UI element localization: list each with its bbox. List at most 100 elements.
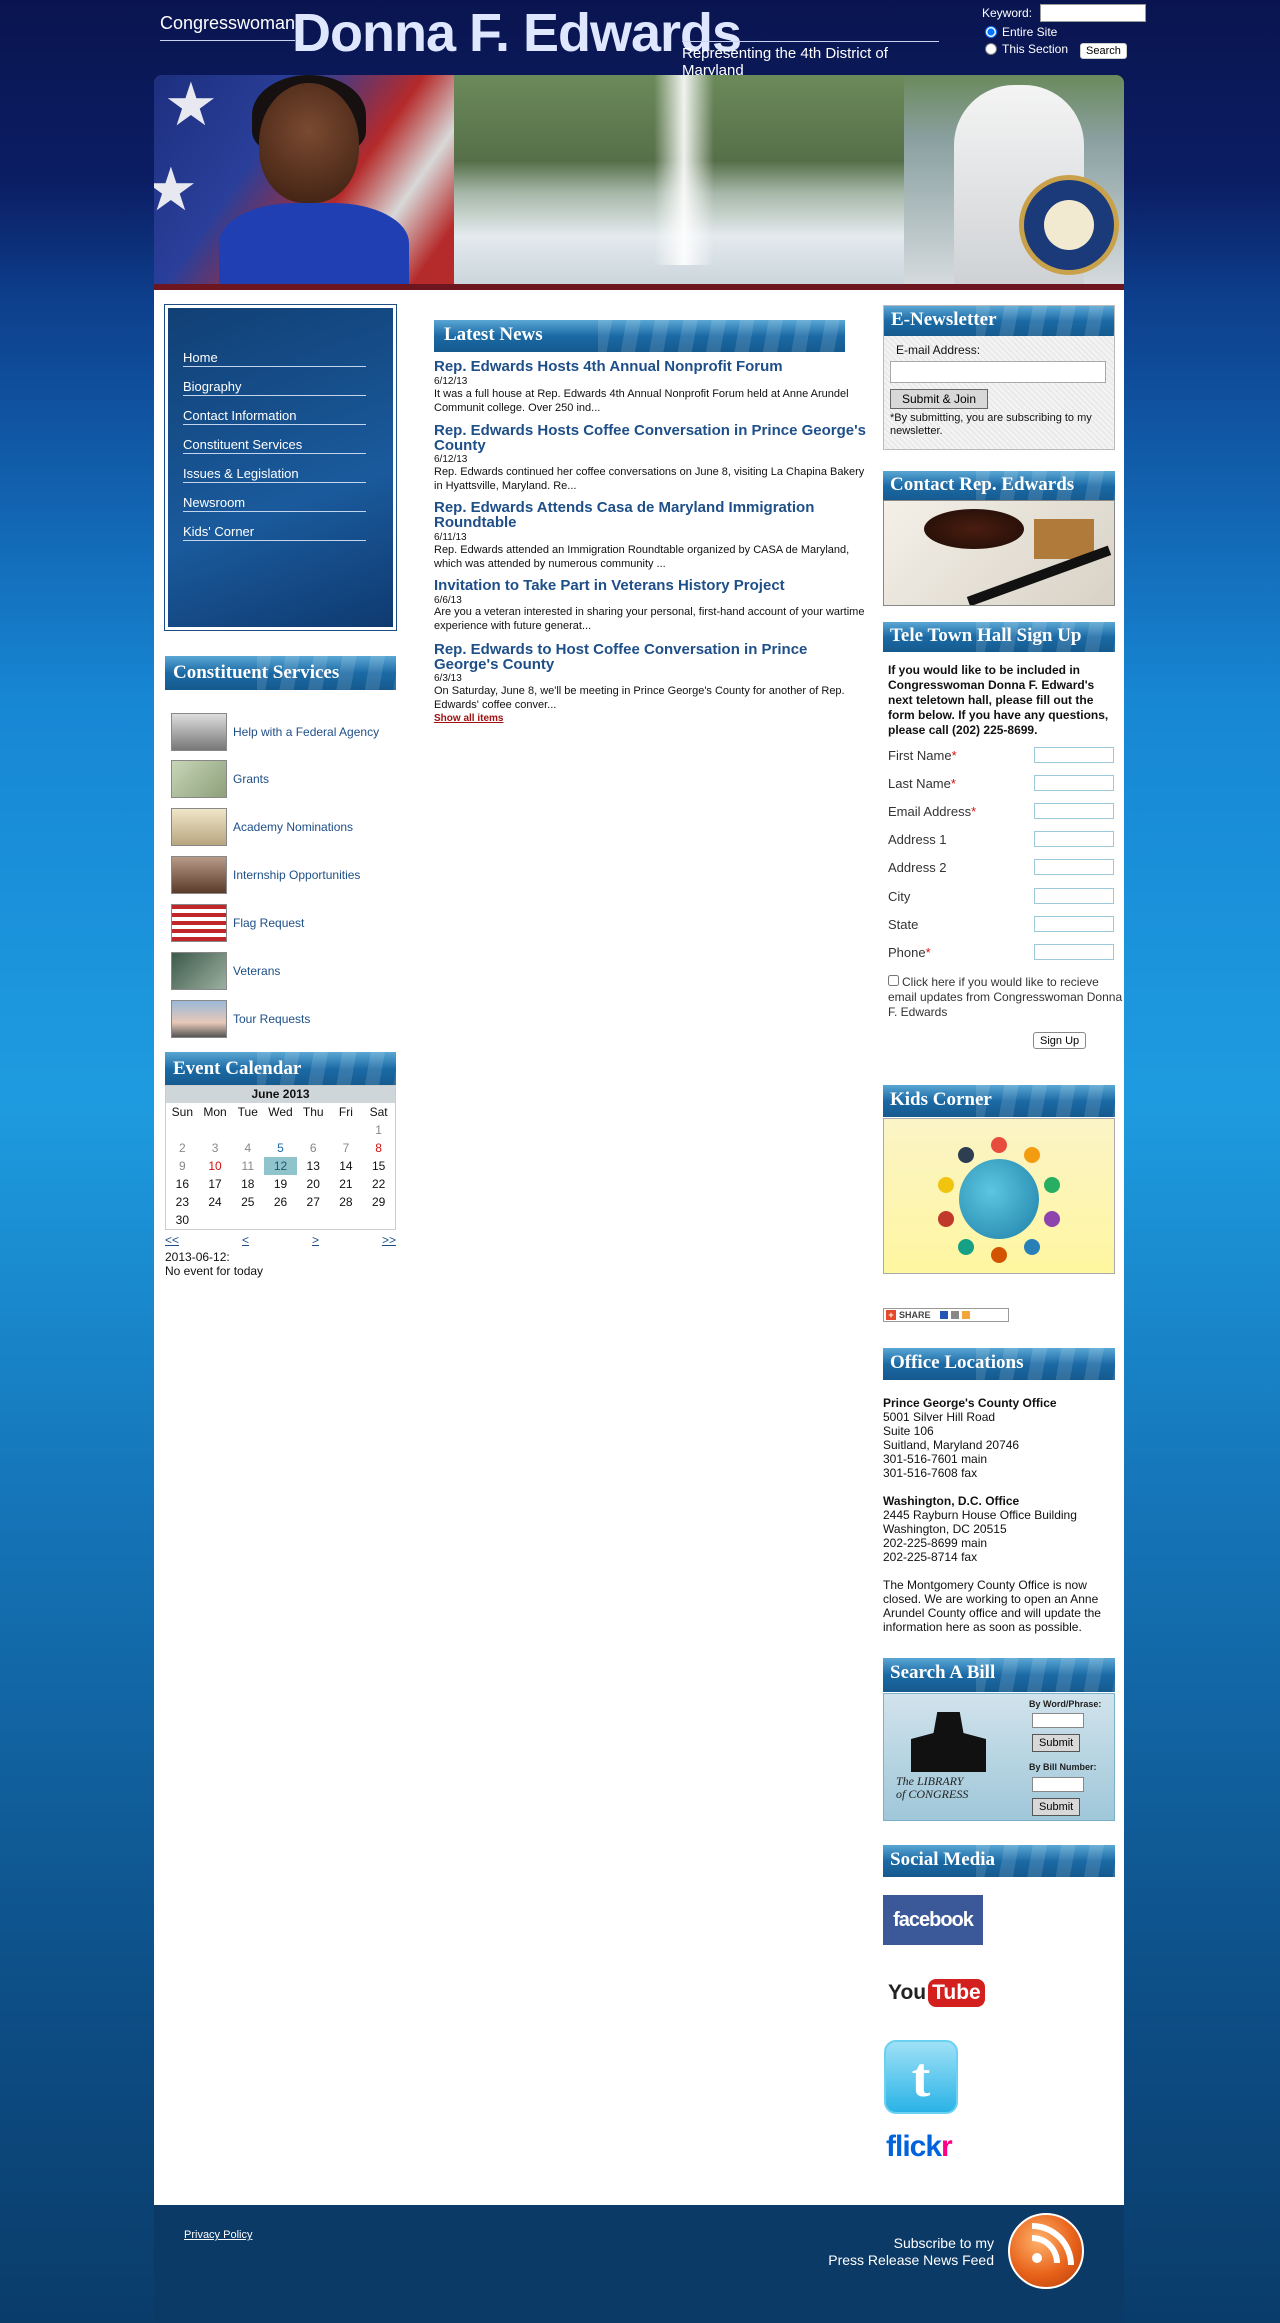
last-name-input[interactable] [1034,775,1114,791]
calendar-day[interactable]: 15 [362,1157,395,1175]
calendar-day[interactable]: 3 [199,1139,232,1157]
youtube-icon[interactable]: You Tube [888,1972,985,2014]
calendar-day[interactable]: 19 [264,1175,297,1193]
news-item-title[interactable]: Rep. Edwards to Host Coffee Conversation… [434,642,869,672]
nav-item-biography[interactable]: Biography [183,379,366,396]
calendar-day[interactable]: 1 [362,1121,395,1139]
star-icon: ★ [164,75,218,138]
cs-item-tours[interactable]: Tour Requests [171,1000,310,1038]
calendar-day[interactable]: 4 [231,1139,264,1157]
calendar-day[interactable]: 29 [362,1193,395,1211]
calendar-last-link[interactable]: >> [382,1233,396,1247]
nav-item-contact[interactable]: Contact Information [183,408,366,425]
calendar-day[interactable]: 5 [264,1139,297,1157]
rss-subscribe-text[interactable]: Subscribe to my Press Release News Feed [828,2235,994,2269]
phone-line: 202-225-8699 main [883,1536,988,1550]
cs-item-flag[interactable]: Flag Request [171,904,304,942]
nav-item-issues[interactable]: Issues & Legislation [183,466,366,483]
calendar-day[interactable]: 7 [330,1139,363,1157]
state-input[interactable] [1034,916,1114,932]
kids-corner-image[interactable] [883,1118,1115,1274]
flickr-icon[interactable]: flickr [886,2130,953,2164]
calendar-day[interactable]: 23 [166,1193,199,1211]
cs-item-federal-agency[interactable]: Help with a Federal Agency [171,713,379,751]
email-input[interactable] [1034,803,1114,819]
nav-item-newsroom[interactable]: Newsroom [183,495,366,512]
share-button[interactable]: + SHARE [883,1308,1009,1322]
news-item-title[interactable]: Rep. Edwards Hosts Coffee Conversation i… [434,423,869,453]
calendar-day[interactable]: 8 [362,1139,395,1157]
calendar-day[interactable]: 14 [330,1157,363,1175]
calendar-prev-link[interactable]: < [242,1233,249,1247]
scope-entire-radio[interactable] [985,26,997,38]
email-updates-checkbox[interactable] [888,975,899,986]
kids-corner-heading[interactable]: Kids Corner [883,1085,1115,1119]
facebook-icon[interactable]: facebook [883,1895,983,1945]
contact-heading[interactable]: Contact Rep. Edwards [883,471,1115,505]
cs-item-veterans[interactable]: Veterans [171,952,280,990]
first-name-input[interactable] [1034,747,1114,763]
house-seal-icon [1019,175,1119,275]
library-of-congress-logo[interactable]: The LIBRARY of CONGRESS [896,1712,996,1817]
cs-item-academy[interactable]: Academy Nominations [171,808,353,846]
bill-word-submit-button[interactable]: Submit [1032,1734,1081,1752]
bill-word-input[interactable] [1032,1713,1084,1728]
phone-input[interactable] [1034,944,1114,960]
contact-image[interactable] [883,500,1115,606]
calendar-next-link[interactable]: > [312,1233,319,1247]
calendar-day[interactable]: 20 [297,1175,330,1193]
calendar-day[interactable]: 21 [330,1175,363,1193]
digg-icon [950,1311,959,1319]
calendar-day[interactable]: 18 [231,1175,264,1193]
calendar-day[interactable]: 6 [297,1139,330,1157]
calendar-day[interactable]: 28 [330,1193,363,1211]
search-button[interactable]: Search [1080,43,1127,59]
site-title[interactable]: Donna F. Edwards [292,2,742,64]
bill-number-input[interactable] [1032,1777,1084,1792]
keyword-input[interactable] [1040,4,1147,22]
show-all-news-link[interactable]: Show all items [434,713,503,724]
sign-up-button[interactable]: Sign Up [1033,1032,1087,1049]
weekday-thu: Thu [302,1105,324,1119]
news-body: Rep. Edwards continued her coffee conver… [434,466,865,492]
event-calendar-heading: Event Calendar [165,1052,396,1086]
calendar-day[interactable]: 26 [264,1193,297,1211]
rss-icon[interactable] [1008,2213,1084,2289]
calendar-day[interactable]: 10 [199,1157,232,1175]
phone-row: Phone* [888,944,1114,960]
submit-join-button[interactable]: Submit & Join [890,389,988,409]
bill-number-submit-button[interactable]: Submit [1032,1798,1081,1816]
nav-item-home[interactable]: Home [183,350,366,367]
cs-item-internship[interactable]: Internship Opportunities [171,856,360,894]
address2-input[interactable] [1034,859,1114,875]
calendar-first-link[interactable]: << [165,1233,179,1247]
pg-office: Prince George's County Office 5001 Silve… [883,1396,1115,1480]
nav-item-constituent-services[interactable]: Constituent Services [183,437,366,454]
calendar-day-today[interactable]: 12 [264,1157,297,1175]
news-item-title[interactable]: Rep. Edwards Attends Casa de Maryland Im… [434,500,869,530]
veterans-icon [171,952,227,990]
calendar-day[interactable]: 17 [199,1175,232,1193]
calendar-day[interactable]: 9 [166,1157,199,1175]
scope-section-radio[interactable] [985,43,997,55]
calendar-day[interactable]: 2 [166,1139,199,1157]
twitter-icon[interactable]: t [884,2040,958,2114]
calendar-day[interactable]: 11 [231,1157,264,1175]
nav-item-kids-corner[interactable]: Kids' Corner [183,524,366,541]
weekday-tue: Tue [237,1105,258,1119]
calendar-day[interactable]: 22 [362,1175,395,1193]
calendar-day[interactable]: 30 [166,1211,199,1229]
calendar-day[interactable]: 13 [297,1157,330,1175]
newsletter-email-input[interactable] [890,361,1106,383]
calendar-day[interactable]: 16 [166,1175,199,1193]
calendar-day[interactable]: 25 [231,1193,264,1211]
city-input[interactable] [1034,888,1114,904]
address1-input[interactable] [1034,831,1114,847]
news-item-title[interactable]: Invitation to Take Part in Veterans Hist… [434,578,869,593]
news-item-title[interactable]: Rep. Edwards Hosts 4th Annual Nonprofit … [434,359,869,374]
privacy-policy-link[interactable]: Privacy Policy [184,2229,252,2241]
news-date: 6/11/13 [434,532,467,543]
calendar-day[interactable]: 27 [297,1193,330,1211]
cs-item-grants[interactable]: Grants [171,760,269,798]
calendar-day[interactable]: 24 [199,1193,232,1211]
